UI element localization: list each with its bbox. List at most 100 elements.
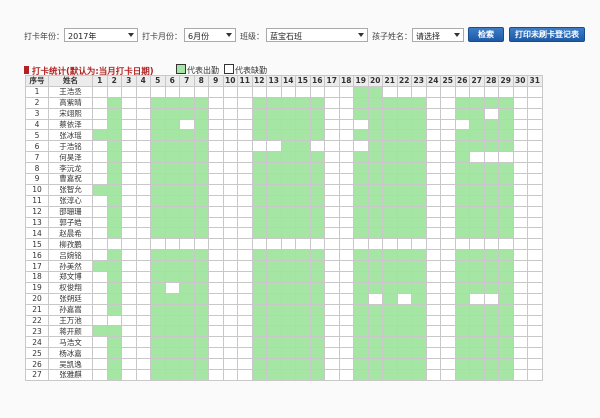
attendance-cell-absent (237, 325, 253, 338)
attendance-cell-absent (425, 194, 441, 207)
attendance-cell-present (396, 260, 412, 273)
name-header: 姓名 (48, 75, 93, 87)
attendance-cell-present (193, 260, 209, 273)
attendance-cell-present (164, 151, 180, 164)
attendance-cell-present (150, 194, 166, 207)
attendance-cell-absent (338, 107, 354, 120)
attendance-cell-absent (353, 118, 369, 131)
attendance-cell-absent (338, 140, 354, 153)
attendance-cell-absent (425, 358, 441, 371)
attendance-cell-absent (121, 325, 137, 338)
attendance-cell-present (179, 216, 195, 229)
attendance-cell-absent (222, 216, 238, 229)
attendance-cell-present (164, 227, 180, 240)
attendance-cell-absent (527, 194, 543, 207)
attendance-cell-absent (92, 347, 108, 360)
attendance-cell-present (106, 292, 122, 305)
attendance-cell-present (454, 303, 470, 316)
attendance-cell-present (367, 369, 383, 381)
table-row: 23 蒋开颜 (25, 325, 543, 338)
attendance-cell-absent (324, 205, 340, 218)
attendance-cell-absent (164, 238, 180, 251)
table-row: 25 杨冰嘉 (25, 347, 543, 360)
attendance-cell-absent (324, 314, 340, 327)
day-header: 21 (382, 75, 398, 87)
attendance-cell-present (295, 347, 311, 360)
attendance-cell-absent (121, 173, 137, 185)
attendance-cell-absent (440, 325, 456, 338)
attendance-cell-present (106, 336, 122, 349)
attendance-cell-absent (512, 227, 528, 240)
child-select[interactable]: 请选择 (412, 28, 464, 42)
attendance-cell-absent (106, 85, 122, 98)
attendance-cell-absent (425, 336, 441, 349)
row-seq: 19 (25, 281, 49, 294)
attendance-cell-absent (440, 260, 456, 273)
attendance-cell-absent (222, 314, 238, 327)
attendance-cell-present (454, 281, 470, 294)
attendance-cell-present (150, 303, 166, 316)
attendance-cell-absent (121, 249, 137, 262)
print-button[interactable]: 打印未刷卡登记表 (509, 27, 585, 42)
attendance-cell-absent (396, 85, 412, 98)
attendance-cell-absent (208, 216, 224, 229)
attendance-cell-absent (338, 205, 354, 218)
attendance-cell-present (164, 205, 180, 218)
attendance-cell-absent (425, 107, 441, 120)
month-select[interactable]: 6月份 (184, 28, 236, 42)
attendance-cell-present (266, 205, 282, 218)
row-seq: 25 (25, 347, 49, 360)
attendance-cell-absent (324, 281, 340, 294)
attendance-cell-present (266, 216, 282, 229)
attendance-cell-present (498, 107, 514, 120)
attendance-cell-present (469, 183, 485, 196)
attendance-cell-absent (121, 151, 137, 164)
row-name: 曹嘉祝 (48, 173, 93, 185)
attendance-cell-absent (440, 183, 456, 196)
attendance-cell-absent (92, 303, 108, 316)
attendance-cell-present (280, 358, 296, 371)
attendance-cell-present (179, 325, 195, 338)
attendance-cell-present (280, 249, 296, 262)
attendance-cell-absent (512, 151, 528, 164)
attendance-cell-absent (338, 85, 354, 98)
attendance-cell-present (396, 140, 412, 153)
attendance-cell-absent (324, 140, 340, 153)
attendance-cell-present (266, 249, 282, 262)
class-select[interactable]: 蓝宝石班 (266, 28, 368, 42)
attendance-cell-absent (440, 173, 456, 185)
attendance-cell-present (193, 183, 209, 196)
attendance-cell-present (411, 292, 427, 305)
day-header: 10 (222, 75, 238, 87)
chevron-down-icon (454, 33, 460, 37)
attendance-cell-absent (425, 183, 441, 196)
attendance-cell-absent (179, 118, 195, 131)
attendance-cell-present (150, 347, 166, 360)
attendance-cell-present (164, 325, 180, 338)
attendance-cell-absent (121, 194, 137, 207)
attendance-cell-present (411, 303, 427, 316)
attendance-cell-absent (179, 238, 195, 251)
attendance-cell-absent (483, 238, 499, 251)
attendance-cell-present (92, 260, 108, 273)
row-seq: 15 (25, 238, 49, 251)
attendance-cell-present (498, 129, 514, 142)
attendance-cell-present (280, 292, 296, 305)
filter-bar: 打卡年份： 2017年 打卡月份： 6月份 班级： 蓝宝石班 孩子姓名： 请选择… (24, 26, 585, 46)
attendance-cell-absent (338, 227, 354, 240)
search-button[interactable]: 检索 (468, 27, 504, 42)
attendance-cell-present (382, 183, 398, 196)
attendance-cell-absent (425, 303, 441, 316)
attendance-cell-present (396, 325, 412, 338)
attendance-cell-absent (527, 260, 543, 273)
attendance-cell-absent (324, 369, 340, 381)
attendance-cell-present (280, 173, 296, 185)
attendance-cell-absent (411, 238, 427, 251)
attendance-cell-present (164, 358, 180, 371)
attendance-cell-present (498, 216, 514, 229)
attendance-cell-present (483, 281, 499, 294)
attendance-cell-present (498, 140, 514, 153)
year-select[interactable]: 2017年 (64, 28, 138, 42)
attendance-cell-absent (425, 129, 441, 142)
attendance-cell-absent (208, 336, 224, 349)
